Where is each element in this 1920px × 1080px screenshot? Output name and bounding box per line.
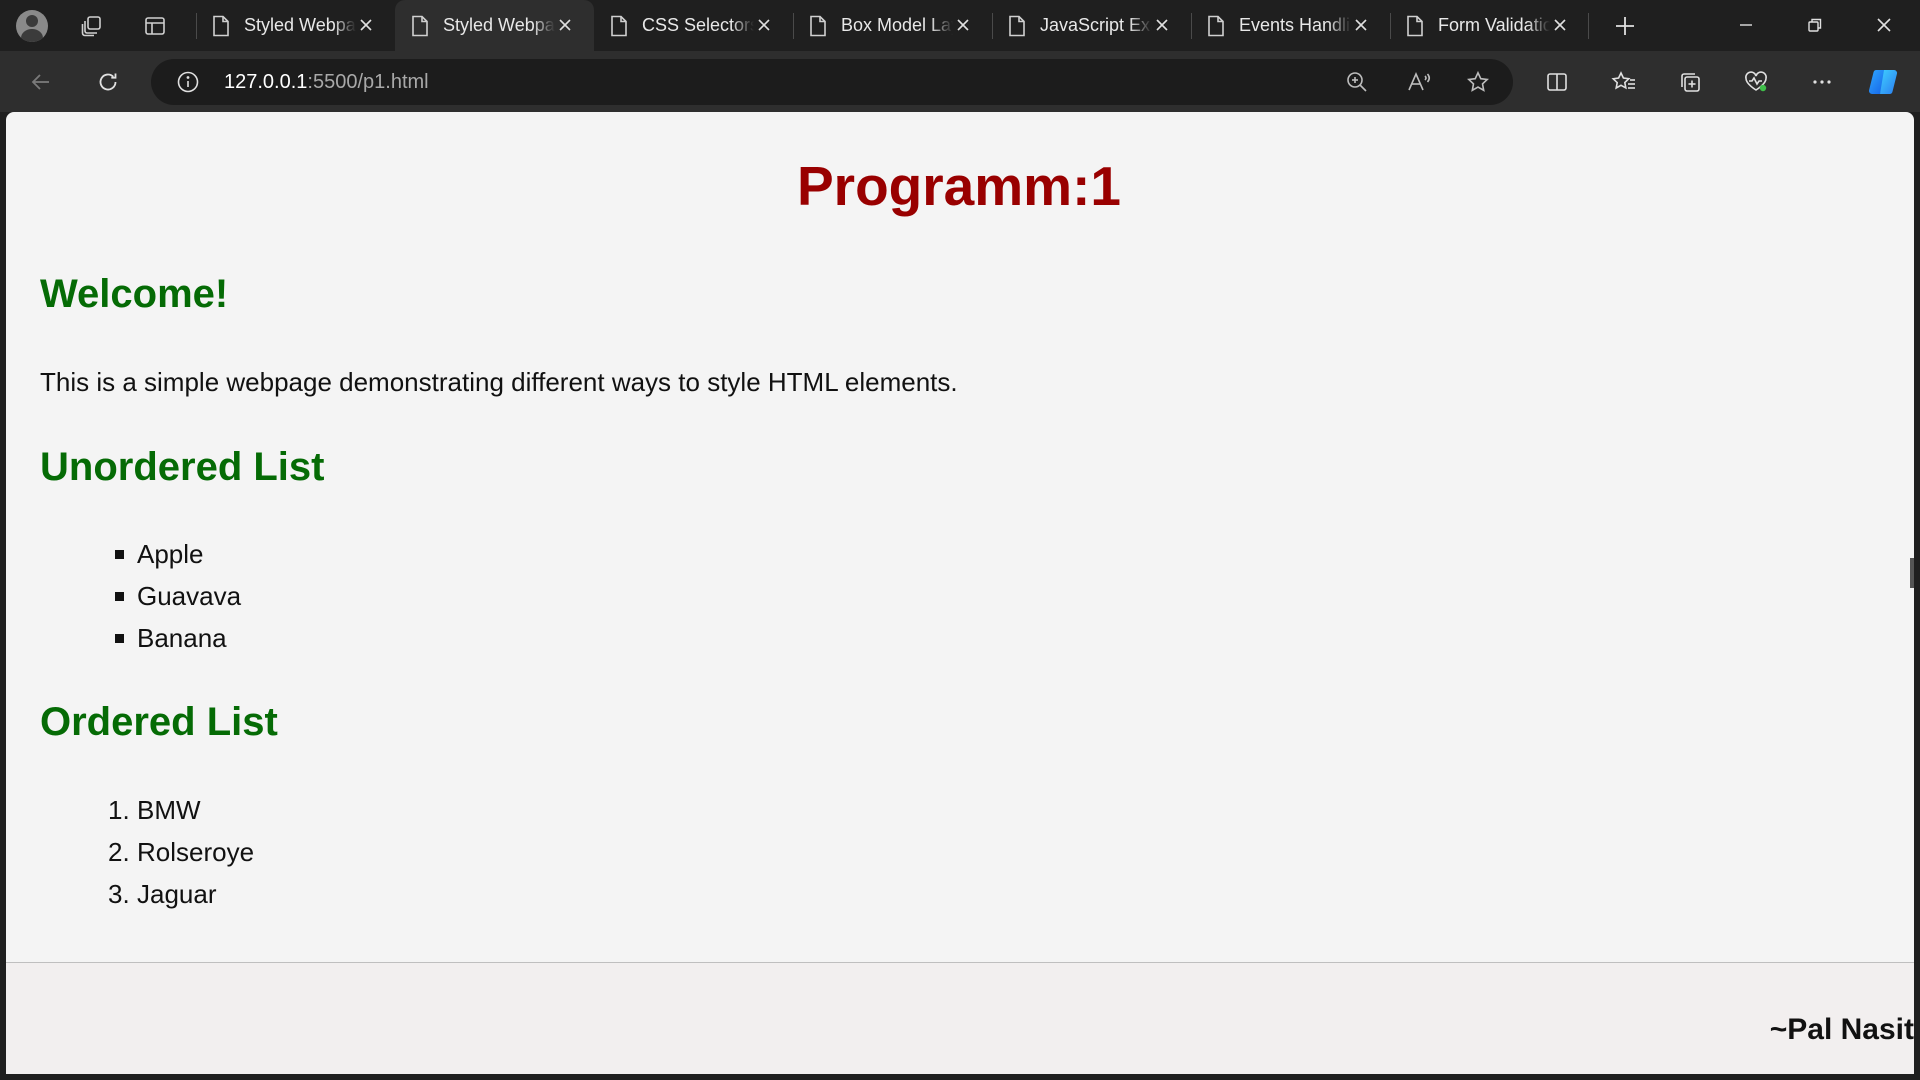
list-number: 3. [108,879,130,909]
tab-css-selectors[interactable]: CSS Selectors [594,0,793,51]
restore-icon[interactable] [1792,8,1838,42]
tab-events-handling[interactable]: Events Handling [1191,0,1390,51]
unordered-list-heading: Unordered List [40,445,325,489]
tab-strip: Styled Webpage Styled Webpage CSS Select… [0,0,1920,51]
page-icon [1402,13,1428,39]
browser-essentials-icon[interactable] [1739,65,1773,99]
close-icon[interactable] [1350,14,1372,36]
list-number: 1. [108,795,130,825]
collections-icon[interactable] [1673,65,1707,99]
close-icon[interactable] [952,14,974,36]
tab-styled-webpage-2[interactable]: Styled Webpage [395,0,594,51]
close-icon[interactable] [355,14,377,36]
tab-separator [1588,13,1589,39]
tab-title: Form Validation [1438,15,1550,35]
zoom-icon[interactable] [1342,67,1372,97]
square-bullet-icon [115,634,124,643]
list-item: Rolseroye [137,837,255,867]
url-host: 127.0.0.1 [224,71,308,93]
tab-javascript-example[interactable]: JavaScript Example [992,0,1191,51]
square-bullet-icon [115,592,124,601]
address-bar[interactable]: 127.0.0.1:5500/p1.html [151,59,1513,105]
workspaces-icon[interactable] [77,11,107,41]
favorites-icon[interactable] [1607,65,1641,99]
list-item: BMW [137,795,201,825]
more-options-icon[interactable] [1805,65,1839,99]
profile-avatar-icon[interactable] [16,10,48,42]
list-number: 2. [108,837,130,867]
page-icon [1203,13,1229,39]
tab-separator [992,13,993,39]
page-footer: ~Pal Nasit [6,962,1914,1074]
list-item: Banana [137,623,227,653]
vertical-tabs-icon[interactable] [140,11,170,41]
list-item: Guavava [137,581,242,611]
tab-title: JavaScript Example [1040,15,1152,35]
tab-title: Box Model Layout [841,15,953,35]
scrollbar[interactable] [1910,558,1914,588]
tab-separator [196,13,197,39]
square-bullet-icon [115,550,124,559]
close-icon[interactable] [753,14,775,36]
tab-separator [793,13,794,39]
browser-toolbar: 127.0.0.1:5500/p1.html [0,51,1920,112]
welcome-heading: Welcome! [40,272,229,316]
page-icon [407,13,433,39]
page-icon [1004,13,1030,39]
tab-separator [1191,13,1192,39]
close-icon[interactable] [554,14,576,36]
close-window-icon[interactable] [1861,8,1907,42]
favorite-star-icon[interactable] [1463,67,1493,97]
page-icon [606,13,632,39]
read-aloud-icon[interactable] [1404,67,1434,97]
list-item: Jaguar [137,879,217,909]
new-tab-button[interactable] [1610,11,1640,41]
back-icon[interactable] [24,65,58,99]
split-screen-icon[interactable] [1540,65,1574,99]
intro-paragraph: This is a simple webpage demonstrating d… [40,367,958,397]
tab-box-model-layout[interactable]: Box Model Layout [793,0,992,51]
tab-list: Styled Webpage Styled Webpage CSS Select… [196,0,1589,51]
page-icon [208,13,234,39]
refresh-icon[interactable] [91,65,125,99]
page-viewport: Programm:1 Welcome! This is a simple web… [6,112,1914,1074]
copilot-icon[interactable] [1868,65,1902,99]
page-icon [805,13,831,39]
list-item: Apple [137,539,204,569]
tab-form-validation[interactable]: Form Validation [1390,0,1589,51]
site-info-icon[interactable] [173,67,203,97]
footer-signature: ~Pal Nasit [1769,1013,1914,1046]
page-title: Programm:1 [797,155,1121,217]
url-text[interactable]: 127.0.0.1:5500/p1.html [224,71,429,94]
tab-title: Events Handling [1239,15,1351,35]
minimize-icon[interactable] [1723,8,1769,42]
tab-styled-webpage-1[interactable]: Styled Webpage [196,0,395,51]
tab-title: Styled Webpage [443,15,555,35]
tab-separator [1390,13,1391,39]
ordered-list-heading: Ordered List [40,700,278,744]
tab-title: Styled Webpage [244,15,356,35]
close-icon[interactable] [1549,14,1571,36]
url-path: :5500/p1.html [307,71,429,93]
close-icon[interactable] [1151,14,1173,36]
tab-title: CSS Selectors [642,15,754,35]
